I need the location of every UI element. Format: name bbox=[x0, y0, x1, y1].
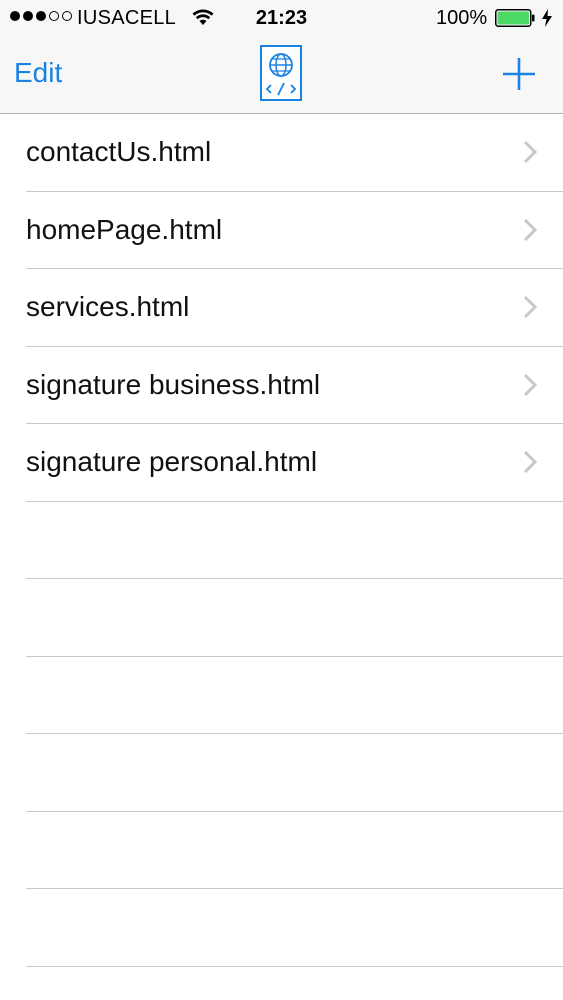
empty-row bbox=[0, 579, 563, 657]
empty-row bbox=[0, 502, 563, 580]
battery-icon bbox=[495, 9, 535, 27]
chevron-right-icon bbox=[523, 218, 537, 241]
list-item[interactable]: contactUs.html bbox=[0, 114, 563, 192]
list-item[interactable]: signature personal.html bbox=[0, 424, 563, 502]
file-name: homePage.html bbox=[26, 213, 223, 245]
chevron-right-icon bbox=[523, 373, 537, 396]
file-name: signature business.html bbox=[26, 368, 321, 400]
file-name: signature personal.html bbox=[26, 446, 318, 477]
list-item[interactable]: services.html bbox=[0, 269, 563, 347]
screen: IUSACELL 21:23 100% Edit contactUs.html … bbox=[0, 0, 563, 1000]
edit-button[interactable]: Edit bbox=[14, 57, 62, 89]
chevron-right-icon bbox=[523, 295, 537, 319]
chevron-right-icon bbox=[523, 450, 537, 474]
status-bar: IUSACELL 21:23 100% bbox=[0, 0, 563, 38]
list-item[interactable]: signature business.html bbox=[0, 347, 563, 425]
charging-bolt-icon bbox=[542, 9, 552, 27]
file-list: contactUs.html homePage.html services.ht… bbox=[0, 114, 563, 967]
empty-row bbox=[0, 657, 563, 735]
empty-row bbox=[0, 734, 563, 812]
empty-row bbox=[0, 812, 563, 890]
html-globe-icon bbox=[260, 45, 302, 101]
plus-icon[interactable] bbox=[501, 56, 537, 92]
list-item[interactable]: homePage.html bbox=[0, 192, 563, 270]
file-name: services.html bbox=[26, 291, 190, 322]
chevron-right-icon bbox=[523, 140, 537, 164]
empty-row bbox=[0, 889, 563, 967]
file-name: contactUs.html bbox=[26, 136, 212, 167]
battery-percent: 100% bbox=[436, 7, 488, 29]
